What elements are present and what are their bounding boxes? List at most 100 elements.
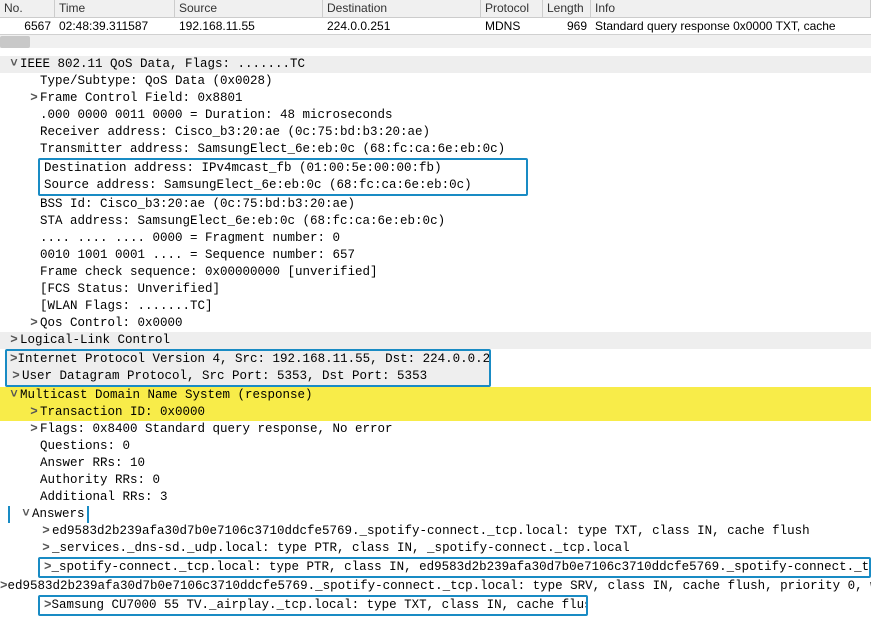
tree-llc[interactable]: ˃ Logical-Link Control [0,332,871,349]
tree-label: Frame Control Field: 0x8801 [40,90,243,107]
tree-bss-id[interactable]: BSS Id: Cisco_b3:20:ae (0c:75:bd:b3:20:a… [0,196,871,213]
tree-label: [WLAN Flags: .......TC] [40,298,213,315]
highlight-box-addresses: Destination address: IPv4mcast_fb (01:00… [38,158,528,196]
tree-label: Questions: 0 [40,438,130,455]
tree-label: Receiver address: Cisco_b3:20:ae (0c:75:… [40,124,430,141]
tree-fcs[interactable]: Frame check sequence: 0x00000000 [unveri… [0,264,871,281]
caret-right-icon[interactable]: ˃ [40,523,52,540]
highlight-box-answers: ˅ Answers [8,506,89,523]
tree-answer-4[interactable]: ˃ ed9583d2b239afa30d7b0e7106c3710ddcfe57… [0,578,871,595]
packet-details-tree: ˅ IEEE 802.11 QoS Data, Flags: .......TC… [0,56,871,616]
tree-label: Multicast Domain Name System (response) [20,387,313,404]
tree-destination-addr[interactable]: Destination address: IPv4mcast_fb (01:00… [40,160,526,177]
caret-down-icon[interactable]: ˅ [20,506,32,523]
tree-answer-3[interactable]: ˃ _spotify-connect._tcp.local: type PTR,… [40,559,869,576]
cell-length: 969 [543,18,591,34]
tree-label: Answers [32,506,85,523]
tree-label: Internet Protocol Version 4, Src: 192.16… [18,351,489,368]
caret-right-icon[interactable]: ˃ [28,421,40,438]
tree-label: Frame check sequence: 0x00000000 [unveri… [40,264,378,281]
highlight-box-answer-spotify-ptr: ˃ _spotify-connect._tcp.local: type PTR,… [38,557,871,578]
packet-list-header: No. Time Source Destination Protocol Len… [0,0,871,18]
tree-udp[interactable]: ˃ User Datagram Protocol, Src Port: 5353… [7,368,489,385]
tree-label: _services._dns-sd._udp.local: type PTR, … [52,540,630,557]
col-header-info[interactable]: Info [591,0,871,16]
tree-sta-addr[interactable]: STA address: SamsungElect_6e:eb:0c (68:f… [0,213,871,230]
tree-label: BSS Id: Cisco_b3:20:ae (0c:75:bd:b3:20:a… [40,196,355,213]
tree-label: _spotify-connect._tcp.local: type PTR, c… [52,559,869,576]
tree-ipv4[interactable]: ˃ Internet Protocol Version 4, Src: 192.… [7,351,489,368]
cell-destination: 224.0.0.251 [323,18,481,34]
tree-label: Authority RRs: 0 [40,472,160,489]
tree-wlan-flags[interactable]: [WLAN Flags: .......TC] [0,298,871,315]
col-header-no[interactable]: No. [0,0,55,16]
tree-label: Transaction ID: 0x0000 [40,404,205,421]
col-header-time[interactable]: Time [55,0,175,16]
tree-label: Type/Subtype: QoS Data (0x0028) [40,73,273,90]
caret-right-icon[interactable]: ˃ [40,540,52,557]
tree-label: Answer RRs: 10 [40,455,145,472]
caret-right-icon[interactable]: ˃ [0,578,8,595]
caret-down-icon[interactable]: ˅ [8,387,20,404]
tree-duration[interactable]: .000 0000 0011 0000 = Duration: 48 micro… [0,107,871,124]
col-header-length[interactable]: Length [543,0,591,16]
cell-no: 6567 [0,18,55,34]
tree-answer-1[interactable]: ˃ ed9583d2b239afa30d7b0e7106c3710ddcfe57… [0,523,871,540]
cell-info: Standard query response 0x0000 TXT, cach… [591,18,871,34]
cell-time: 02:48:39.311587 [55,18,175,34]
tree-mdns[interactable]: ˅ Multicast Domain Name System (response… [0,387,871,404]
tree-txn-id[interactable]: ˃ Transaction ID: 0x0000 [0,404,871,421]
tree-label: IEEE 802.11 QoS Data, Flags: .......TC [20,56,305,73]
tree-label: Samsung CU7000 55 TV._airplay._tcp.local… [52,597,586,614]
tree-questions[interactable]: Questions: 0 [0,438,871,455]
tree-sequence[interactable]: 0010 1001 0001 .... = Sequence number: 6… [0,247,871,264]
tree-answer-5[interactable]: ˃ Samsung CU7000 55 TV._airplay._tcp.loc… [40,597,586,614]
tree-qos-control[interactable]: ˃ Qos Control: 0x0000 [0,315,871,332]
cell-source: 192.168.11.55 [175,18,323,34]
tree-answer-2[interactable]: ˃ _services._dns-sd._udp.local: type PTR… [0,540,871,557]
tree-fcs-status[interactable]: [FCS Status: Unverified] [0,281,871,298]
col-header-destination[interactable]: Destination [323,0,481,16]
tree-label: ed9583d2b239afa30d7b0e7106c3710ddcfe5769… [8,578,871,595]
tree-transmitter-addr[interactable]: Transmitter address: SamsungElect_6e:eb:… [0,141,871,158]
caret-right-icon[interactable]: ˃ [44,559,52,576]
caret-right-icon[interactable]: ˃ [10,368,22,385]
highlight-box-ip-udp: ˃ Internet Protocol Version 4, Src: 192.… [5,349,491,387]
tree-label: Destination address: IPv4mcast_fb (01:00… [44,160,442,177]
tree-source-addr[interactable]: Source address: SamsungElect_6e:eb:0c (6… [40,177,526,194]
caret-right-icon[interactable]: ˃ [28,315,40,332]
scrollbar-thumb[interactable] [0,36,30,48]
horizontal-scrollbar[interactable] [0,34,871,48]
caret-right-icon[interactable]: ˃ [28,404,40,421]
tree-label: 0010 1001 0001 .... = Sequence number: 6… [40,247,355,264]
packet-row[interactable]: 6567 02:48:39.311587 192.168.11.55 224.0… [0,18,871,34]
caret-right-icon[interactable]: ˃ [8,332,20,349]
tree-receiver-addr[interactable]: Receiver address: Cisco_b3:20:ae (0c:75:… [0,124,871,141]
col-header-source[interactable]: Source [175,0,323,16]
tree-answer-rrs[interactable]: Answer RRs: 10 [0,455,871,472]
tree-fragment[interactable]: .... .... .... 0000 = Fragment number: 0 [0,230,871,247]
tree-label: User Datagram Protocol, Src Port: 5353, … [22,368,427,385]
tree-frame-control[interactable]: ˃ Frame Control Field: 0x8801 [0,90,871,107]
tree-ieee-80211[interactable]: ˅ IEEE 802.11 QoS Data, Flags: .......TC [0,56,871,73]
tree-answers[interactable]: ˅ Answers [0,506,871,523]
tree-label: .... .... .... 0000 = Fragment number: 0 [40,230,340,247]
tree-label: Source address: SamsungElect_6e:eb:0c (6… [44,177,472,194]
col-header-protocol[interactable]: Protocol [481,0,543,16]
tree-label: Flags: 0x8400 Standard query response, N… [40,421,393,438]
tree-label: [FCS Status: Unverified] [40,281,220,298]
cell-protocol: MDNS [481,18,543,34]
tree-label: STA address: SamsungElect_6e:eb:0c (68:f… [40,213,445,230]
caret-down-icon[interactable]: ˅ [8,56,20,73]
tree-label: ed9583d2b239afa30d7b0e7106c3710ddcfe5769… [52,523,810,540]
tree-label: Qos Control: 0x0000 [40,315,183,332]
tree-label: .000 0000 0011 0000 = Duration: 48 micro… [40,107,393,124]
caret-right-icon[interactable]: ˃ [28,90,40,107]
caret-right-icon[interactable]: ˃ [44,597,52,614]
tree-authority-rrs[interactable]: Authority RRs: 0 [0,472,871,489]
tree-additional-rrs[interactable]: Additional RRs: 3 [0,489,871,506]
caret-right-icon[interactable]: ˃ [10,351,18,368]
tree-flags[interactable]: ˃ Flags: 0x8400 Standard query response,… [0,421,871,438]
tree-label: Logical-Link Control [20,332,170,349]
tree-type-subtype[interactable]: Type/Subtype: QoS Data (0x0028) [0,73,871,90]
